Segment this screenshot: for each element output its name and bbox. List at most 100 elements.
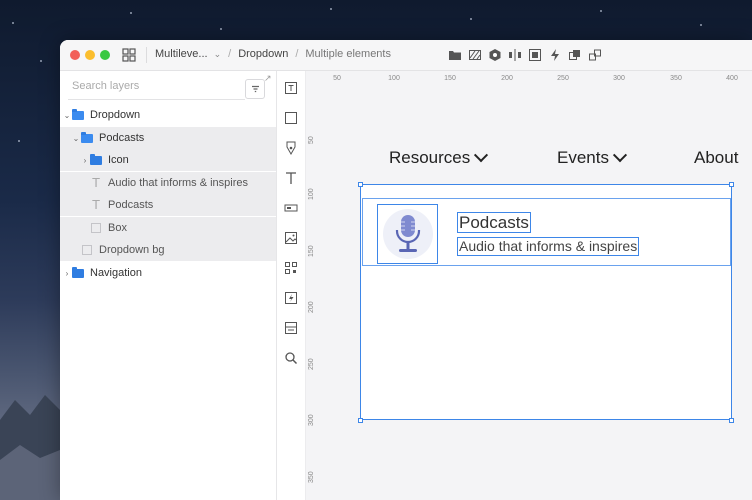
ruler-tick: 200: [501, 75, 513, 82]
expand-icon[interactable]: ↗: [264, 73, 272, 84]
ruler-tick: 150: [308, 245, 315, 257]
distribute-icon[interactable]: [508, 48, 522, 62]
grid-icon[interactable]: [122, 48, 136, 62]
ruler-tick: 400: [726, 75, 738, 82]
rectangle-layer-icon: [91, 223, 101, 233]
ruler-tick: 350: [670, 75, 682, 82]
layer-row-podcasts-group[interactable]: ⌄ Podcasts: [60, 127, 276, 149]
folder-icon: [90, 153, 102, 165]
component-icon[interactable]: [488, 48, 502, 62]
filter-button[interactable]: [245, 79, 265, 99]
folder-icon: [72, 266, 84, 278]
layer-label: Dropdown bg: [99, 244, 165, 256]
project-name[interactable]: Multileve...: [155, 48, 208, 60]
text-layer-icon: T: [92, 198, 100, 212]
item-subtitle[interactable]: Audio that informs & inspires: [457, 237, 640, 256]
layer-label: Audio that informs & inspires: [108, 177, 249, 189]
vertical-ruler: 50 100 150 200 250 300 350: [306, 85, 318, 500]
rectangle-layer-icon: [82, 245, 92, 255]
title-bar: Multileve... ⌄ / Dropdown / Multiple ele…: [60, 40, 752, 71]
overlap-icon[interactable]: [568, 48, 582, 62]
icon-background: [382, 209, 433, 259]
microphone-icon: [395, 215, 420, 252]
layer-row-subtitle-text[interactable]: T Audio that informs & inspires: [60, 172, 276, 194]
zoom-window-button[interactable]: [100, 50, 110, 60]
chevron-down-icon: [612, 148, 628, 163]
ruler-tick: 300: [613, 75, 625, 82]
podcast-icon-frame[interactable]: [377, 204, 438, 264]
layers-panel: Search layers ↗ ⌄ Dropdown ⌄ Podcasts › …: [60, 71, 277, 500]
image-frame-icon[interactable]: [528, 48, 542, 62]
ruler-tick: 50: [333, 75, 341, 82]
divider: [146, 47, 147, 63]
text-layer-icon: T: [92, 176, 100, 190]
ruler-tick: 50: [308, 136, 315, 144]
ruler-tick: 100: [308, 188, 315, 200]
button-tool-icon[interactable]: [284, 201, 298, 215]
toolbar: [448, 48, 602, 62]
layer-label: Box: [108, 222, 127, 234]
item-title[interactable]: Podcasts: [457, 212, 531, 233]
resize-handle[interactable]: [358, 418, 363, 423]
chevron-down-icon[interactable]: ⌄: [71, 134, 81, 143]
lightning-icon[interactable]: [548, 48, 562, 62]
nav-events[interactable]: Events: [557, 148, 628, 168]
text-tool-icon[interactable]: [284, 171, 298, 185]
rectangle-tool-icon[interactable]: [284, 111, 298, 125]
horizontal-ruler: 50 100 150 200 250 300 350 400: [306, 71, 752, 85]
layer-row-dropdown-bg[interactable]: Dropdown bg: [60, 239, 276, 261]
close-window-button[interactable]: [70, 50, 80, 60]
layer-row-title-text[interactable]: T Podcasts: [60, 194, 276, 216]
breadcrumb-separator: /: [295, 48, 299, 60]
ruler-tick: 100: [388, 75, 400, 82]
layer-label: Podcasts: [108, 199, 154, 211]
ruler-tick: 350: [308, 471, 315, 483]
image-tool-icon[interactable]: [284, 231, 298, 245]
folder-icon: [72, 108, 84, 120]
resize-handle[interactable]: [729, 418, 734, 423]
divider: [68, 99, 245, 100]
folder-icon: [81, 131, 93, 143]
ruler-tick: 300: [308, 414, 315, 426]
tools-panel: [277, 71, 306, 500]
ruler-tick: 250: [557, 75, 569, 82]
ruler-tick: 200: [308, 301, 315, 313]
layer-row-dropdown[interactable]: ⌄ Dropdown: [60, 104, 278, 126]
breadcrumb-separator: /: [228, 48, 232, 60]
layer-row-icon[interactable]: › Icon: [60, 149, 276, 171]
layer-row-box[interactable]: Box: [60, 217, 276, 239]
nav-label: About: [694, 148, 739, 167]
qr-tool-icon[interactable]: [284, 261, 298, 275]
layer-label: Navigation: [90, 267, 142, 279]
layer-row-navigation[interactable]: › Navigation: [60, 262, 278, 284]
chevron-right-icon[interactable]: ›: [80, 156, 90, 165]
interaction-tool-icon[interactable]: [284, 291, 298, 305]
mountain-silhouette: [0, 395, 60, 500]
search-icon[interactable]: [284, 351, 298, 365]
ruler-tick: 250: [308, 358, 315, 370]
layer-label: Dropdown: [90, 109, 141, 121]
search-input[interactable]: Search layers: [72, 80, 139, 92]
filter-icon: [251, 85, 259, 93]
pattern-fill-icon[interactable]: [468, 48, 482, 62]
nav-label: Events: [557, 148, 609, 167]
breadcrumb: Multileve... ⌄ / Dropdown / Multiple ele…: [155, 48, 391, 60]
layout-tool-icon[interactable]: [284, 321, 298, 335]
nav-about[interactable]: About: [694, 148, 738, 168]
layer-label: Podcasts: [99, 132, 145, 144]
ruler-tick: 150: [444, 75, 456, 82]
group-icon[interactable]: [588, 48, 602, 62]
chevron-down-icon[interactable]: ⌄: [62, 111, 72, 120]
chevron-right-icon[interactable]: ›: [62, 269, 72, 278]
text-box-tool-icon[interactable]: [284, 81, 298, 95]
resize-handle[interactable]: [358, 182, 363, 187]
chevron-down-icon: [474, 148, 489, 163]
nav-resources[interactable]: Resources: [389, 148, 489, 168]
minimize-window-button[interactable]: [85, 50, 95, 60]
pen-tool-icon[interactable]: [284, 141, 298, 155]
page-name[interactable]: Dropdown: [238, 48, 288, 60]
chevron-down-icon[interactable]: ⌄: [214, 49, 222, 60]
folder-icon[interactable]: [448, 48, 462, 62]
resize-handle[interactable]: [729, 182, 734, 187]
layer-label: Icon: [108, 154, 129, 166]
